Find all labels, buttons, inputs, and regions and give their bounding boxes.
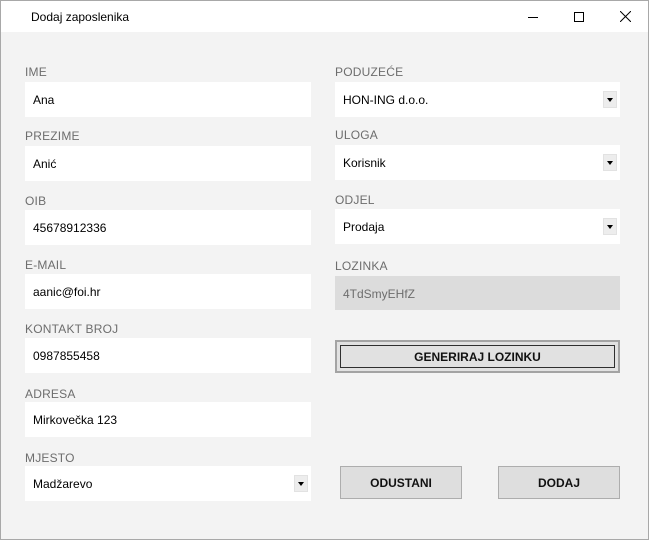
lozinka-input: 4TdSmyEHfZ: [335, 276, 620, 310]
prezime-value: Anić: [33, 157, 57, 171]
add-button[interactable]: DODAJ: [498, 466, 620, 499]
odjel-value: Prodaja: [343, 220, 385, 234]
chevron-down-icon: [607, 160, 613, 165]
poduzece-dropdown[interactable]: HON-ING d.o.o.: [335, 82, 620, 117]
oib-label: OIB: [25, 194, 47, 208]
mjesto-dropdown-arrow[interactable]: [294, 475, 308, 492]
email-value: aanic@foi.hr: [33, 285, 101, 299]
poduzece-value: HON-ING d.o.o.: [343, 93, 429, 107]
oib-input[interactable]: 45678912336: [25, 210, 311, 245]
dialog-window: Dodaj zaposlenika IME Ana PREZIME Anić O…: [0, 0, 649, 540]
maximize-icon: [574, 11, 584, 22]
generate-password-button[interactable]: GENERIRAJ LOZINKU: [335, 340, 620, 373]
oib-value: 45678912336: [33, 221, 107, 235]
email-label: E-MAIL: [25, 258, 67, 272]
minimize-button[interactable]: [510, 1, 556, 32]
poduzece-dropdown-arrow[interactable]: [603, 91, 617, 108]
generate-password-label: GENERIRAJ LOZINKU: [340, 345, 615, 368]
prezime-label: PREZIME: [25, 129, 80, 143]
close-icon: [619, 11, 631, 22]
chevron-down-icon: [298, 481, 304, 486]
title-bar[interactable]: Dodaj zaposlenika: [1, 1, 648, 32]
close-button[interactable]: [602, 1, 648, 32]
maximize-button[interactable]: [556, 1, 602, 32]
odjel-dropdown-arrow[interactable]: [603, 218, 617, 235]
lozinka-label: LOZINKA: [335, 259, 388, 273]
cancel-button[interactable]: ODUSTANI: [340, 466, 462, 499]
kontakt-label: KONTAKT BROJ: [25, 322, 119, 336]
uloga-dropdown-arrow[interactable]: [603, 154, 617, 171]
kontakt-value: 0987855458: [33, 349, 100, 363]
uloga-dropdown[interactable]: Korisnik: [335, 145, 620, 180]
mjesto-label: MJESTO: [25, 451, 75, 465]
minimize-icon: [528, 16, 538, 18]
adresa-input[interactable]: Mirkovečka 123: [25, 402, 311, 437]
mjesto-dropdown[interactable]: Madžarevo: [25, 466, 311, 501]
uloga-value: Korisnik: [343, 156, 386, 170]
email-input[interactable]: aanic@foi.hr: [25, 274, 311, 309]
chevron-down-icon: [607, 97, 613, 102]
adresa-label: ADRESA: [25, 387, 76, 401]
window-title: Dodaj zaposlenika: [31, 10, 130, 24]
uloga-label: ULOGA: [335, 128, 379, 142]
odjel-label: ODJEL: [335, 193, 375, 207]
chevron-down-icon: [607, 224, 613, 229]
prezime-input[interactable]: Anić: [25, 146, 311, 181]
kontakt-input[interactable]: 0987855458: [25, 338, 311, 373]
ime-value: Ana: [33, 93, 55, 107]
adresa-value: Mirkovečka 123: [33, 413, 118, 427]
odjel-dropdown[interactable]: Prodaja: [335, 209, 620, 244]
ime-input[interactable]: Ana: [25, 82, 311, 117]
ime-label: IME: [25, 65, 47, 79]
lozinka-value: 4TdSmyEHfZ: [343, 287, 416, 301]
poduzece-label: PODUZEĆE: [335, 65, 404, 79]
mjesto-value: Madžarevo: [33, 477, 93, 491]
